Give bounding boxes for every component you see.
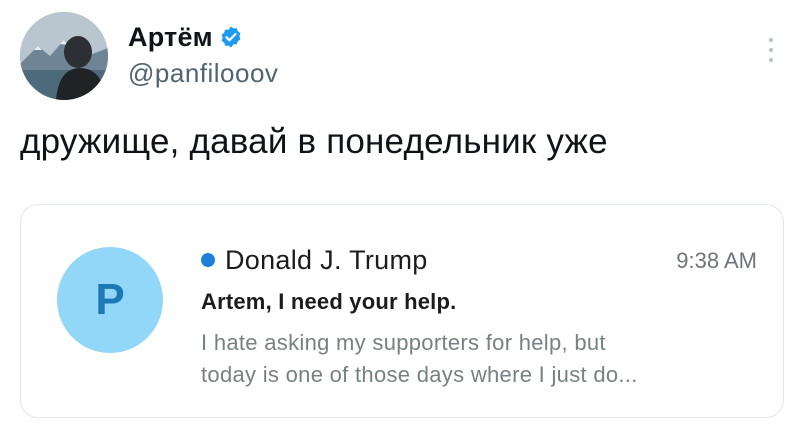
- user-handle[interactable]: @panfilooov: [128, 58, 278, 89]
- unread-dot-icon: [201, 253, 215, 267]
- sender-avatar: P: [57, 247, 163, 353]
- profile-photo: [20, 12, 108, 100]
- sender-name: Donald J. Trump: [225, 244, 428, 275]
- avatar[interactable]: [20, 12, 108, 100]
- verified-badge-icon: [221, 26, 241, 48]
- email-preview-line: today is one of those days where I just …: [201, 362, 638, 387]
- email-time: 9:38 AM: [676, 248, 757, 273]
- more-options-icon[interactable]: [766, 38, 776, 70]
- email-preview-line: I hate asking my supporters for help, bu…: [201, 330, 606, 355]
- sender-avatar-letter: P: [95, 275, 125, 324]
- email-preview: I hate asking my supporters for help, bu…: [201, 327, 761, 391]
- tweet-text: дружище, давай в понедельник уже: [20, 122, 608, 161]
- email-subject: Artem, I need your help.: [201, 289, 457, 314]
- email-card[interactable]: P Donald J. Trump 9:38 AM Artem, I need …: [20, 204, 784, 418]
- display-name[interactable]: Артём: [128, 22, 213, 53]
- sender-row: Donald J. Trump 9:38 AM: [201, 243, 761, 277]
- tweet-header: Артём @panfilooov: [20, 12, 780, 102]
